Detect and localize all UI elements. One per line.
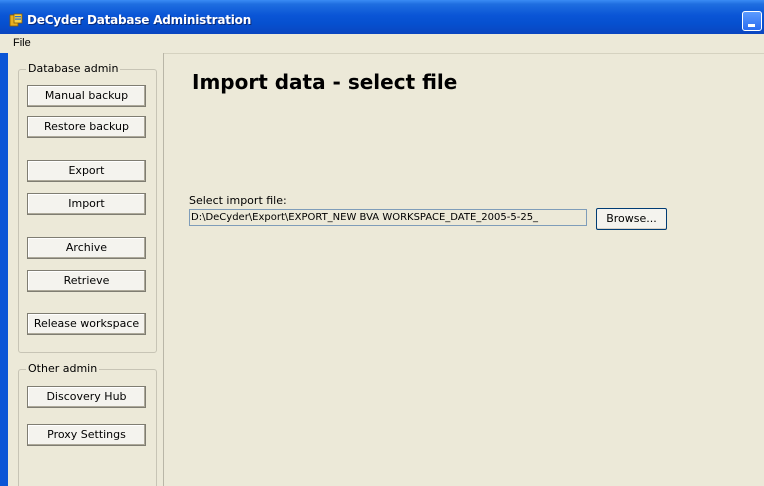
proxy-settings-button[interactable]: Proxy Settings bbox=[27, 424, 146, 446]
database-app-icon bbox=[9, 13, 23, 27]
title-bar[interactable]: DeCyder Database Administration bbox=[0, 0, 764, 34]
app-window: DeCyder Database Administration File Dat… bbox=[0, 0, 764, 486]
import-file-path-field[interactable] bbox=[189, 209, 587, 226]
menu-file[interactable]: File bbox=[13, 37, 31, 49]
restore-backup-button[interactable]: Restore backup bbox=[27, 116, 146, 138]
export-button[interactable]: Export bbox=[27, 160, 146, 182]
import-file-label: Select import file: bbox=[189, 194, 287, 207]
page-title: Import data - select file bbox=[192, 70, 458, 94]
archive-button[interactable]: Archive bbox=[27, 237, 146, 259]
browse-button[interactable]: Browse... bbox=[596, 208, 667, 230]
minimize-button[interactable] bbox=[742, 11, 762, 31]
sidebar: Database admin Manual backup Restore bac… bbox=[8, 53, 164, 486]
database-admin-group-label: Database admin bbox=[26, 62, 121, 75]
minimize-icon bbox=[748, 24, 755, 27]
window-title: DeCyder Database Administration bbox=[27, 13, 252, 27]
manual-backup-button[interactable]: Manual backup bbox=[27, 85, 146, 107]
release-workspace-button[interactable]: Release workspace bbox=[27, 313, 146, 335]
other-admin-group-label: Other admin bbox=[26, 362, 100, 375]
import-button[interactable]: Import bbox=[27, 193, 146, 215]
retrieve-button[interactable]: Retrieve bbox=[27, 270, 146, 292]
window-left-border bbox=[0, 53, 8, 486]
discovery-hub-button[interactable]: Discovery Hub bbox=[27, 386, 146, 408]
menu-bar bbox=[0, 34, 764, 54]
